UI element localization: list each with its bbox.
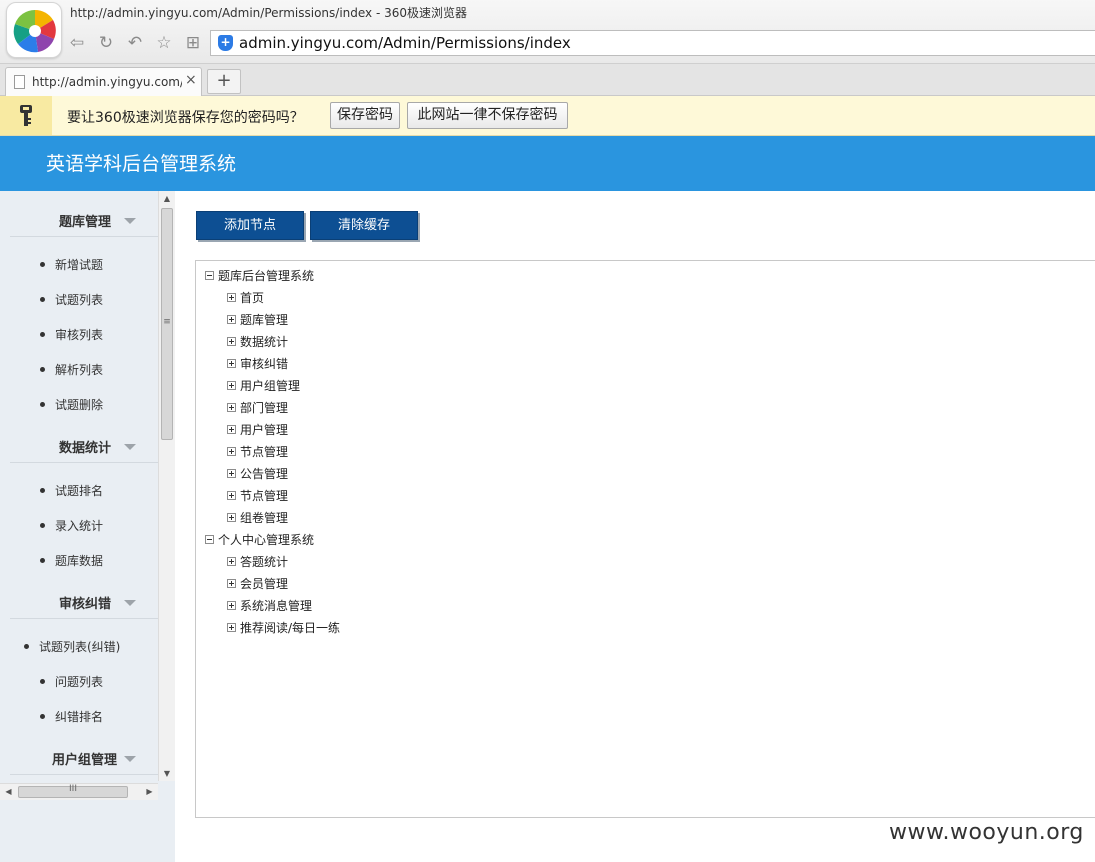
chevron-down-icon (124, 218, 136, 224)
expand-icon[interactable] (227, 403, 236, 412)
tree-node-label: 推荐阅读/每日一练 (240, 621, 341, 635)
chevron-down-icon (124, 600, 136, 606)
tree-node-label: 审核纠错 (240, 357, 289, 371)
sidebar-section-statistics[interactable]: 数据统计 (10, 427, 158, 463)
sidebar-item[interactable]: 试题列表 (39, 291, 103, 308)
tree-node-label: 节点管理 (240, 445, 289, 459)
sidebar-vertical-scrollbar[interactable]: ▲ ≡ ▼ (158, 191, 175, 781)
tab-label: http://admin.yingyu.com/Admin/Permission… (32, 75, 182, 89)
tree-node-label: 系统消息管理 (240, 599, 313, 613)
tab-strip: http://admin.yingyu.com/Admin/Permission… (0, 64, 1095, 96)
tree-node-label: 会员管理 (240, 577, 289, 591)
sidebar-item[interactable]: 审核列表 (39, 326, 103, 343)
security-shield-icon: + (218, 35, 233, 51)
favorite-star-icon[interactable]: ☆ (153, 32, 175, 54)
scroll-thumb[interactable]: III (18, 784, 128, 798)
tree-node-label: 题库后台管理系统 (218, 269, 315, 283)
section-title: 数据统计 (59, 441, 112, 456)
sidebar: 题库管理 新增试题 试题列表 审核列表 解析列表 试题删除 数据统计 试题排名 … (0, 191, 175, 862)
tree-node-label: 公告管理 (240, 467, 289, 481)
expand-icon[interactable] (227, 381, 236, 390)
tree-node-label: 题库管理 (240, 313, 289, 327)
tree-node-label: 个人中心管理系统 (218, 533, 315, 547)
sidebar-item[interactable]: 纠错排名 (39, 708, 103, 725)
expand-icon[interactable] (227, 425, 236, 434)
app-header: 英语学科后台管理系统 (0, 136, 1095, 191)
tree-node-label: 节点管理 (240, 489, 289, 503)
tree-node-label: 用户管理 (240, 423, 289, 437)
section-title: 用户组管理 (52, 753, 118, 768)
app-title: 英语学科后台管理系统 (46, 153, 237, 175)
expand-icon[interactable] (227, 579, 236, 588)
expand-icon[interactable] (227, 293, 236, 302)
main-content: 添加节点 清除缓存 题库后台管理系统 首页 题库管理 数据统计 审核纠错 用户组… (175, 191, 1095, 862)
sidebar-item[interactable]: 解析列表 (39, 361, 103, 378)
new-tab-button[interactable]: + (207, 69, 241, 94)
chevron-down-icon (124, 444, 136, 450)
sidebar-item[interactable]: 新增试题 (39, 256, 103, 273)
browser-titlebar: http://admin.yingyu.com/Admin/Permission… (0, 0, 1095, 64)
expand-icon[interactable] (227, 557, 236, 566)
permission-tree: 题库后台管理系统 首页 题库管理 数据统计 审核纠错 用户组管理 部门管理 用户… (195, 260, 1095, 818)
expand-icon[interactable] (227, 469, 236, 478)
tab-active[interactable]: http://admin.yingyu.com/Admin/Permission… (5, 67, 202, 96)
clear-cache-button[interactable]: 清除缓存 (310, 211, 418, 240)
tree-node-label: 答题统计 (240, 555, 289, 569)
back-icon[interactable]: ⇦ (66, 32, 88, 54)
expand-icon[interactable] (227, 601, 236, 610)
page-icon (14, 75, 25, 89)
sidebar-section-question-bank[interactable]: 题库管理 (10, 201, 158, 237)
apps-grid-icon[interactable]: ⊞ (182, 32, 204, 54)
watermark-text: www.wooyun.org (889, 820, 1084, 845)
chevron-down-icon (124, 756, 136, 762)
browser-logo-icon (6, 2, 62, 58)
tab-close-icon[interactable]: × (185, 72, 197, 88)
sidebar-item[interactable]: 录入统计 (39, 517, 103, 534)
expand-icon[interactable] (227, 491, 236, 500)
collapse-icon[interactable] (205, 535, 214, 544)
sidebar-menu: 题库管理 新增试题 试题列表 审核列表 解析列表 试题删除 数据统计 试题排名 … (0, 191, 158, 781)
window-title: http://admin.yingyu.com/Admin/Permission… (70, 6, 468, 20)
tree-node-label: 组卷管理 (240, 511, 289, 525)
sidebar-section-review[interactable]: 审核纠错 (10, 583, 158, 619)
refresh-icon[interactable]: ↻ (95, 32, 117, 54)
expand-icon[interactable] (227, 513, 236, 522)
sidebar-item[interactable]: 试题排名 (39, 482, 103, 499)
tree-node-label: 首页 (240, 291, 265, 305)
tree-node-label: 数据统计 (240, 335, 289, 349)
collapse-icon[interactable] (205, 271, 214, 280)
expand-icon[interactable] (227, 447, 236, 456)
scroll-left-arrow-icon[interactable]: ◀ (1, 784, 16, 800)
sidebar-item[interactable]: 题库数据 (39, 552, 103, 569)
tree-node-label: 部门管理 (240, 401, 289, 415)
add-node-button[interactable]: 添加节点 (196, 211, 304, 240)
undo-close-icon[interactable]: ↶ (124, 32, 146, 54)
sidebar-item[interactable]: 试题删除 (39, 396, 103, 413)
sidebar-item[interactable]: 问题列表 (39, 673, 103, 690)
scroll-down-arrow-icon[interactable]: ▼ (159, 766, 175, 781)
address-bar[interactable]: + admin.yingyu.com/Admin/Permissions/ind… (210, 30, 1095, 56)
section-title: 题库管理 (59, 215, 112, 230)
sidebar-item[interactable]: 试题列表(纠错) (23, 638, 120, 655)
password-save-bar: 要让360极速浏览器保存您的密码吗？ 保存密码 此网站一律不保存密码 (0, 96, 1095, 136)
scroll-up-arrow-icon[interactable]: ▲ (159, 191, 175, 206)
scroll-thumb[interactable]: ≡ (161, 208, 173, 440)
sidebar-section-user-groups[interactable]: 用户组管理 (10, 739, 158, 775)
save-password-button[interactable]: 保存密码 (330, 102, 400, 129)
grip-icon: ≡ (163, 317, 171, 327)
expand-icon[interactable] (227, 337, 236, 346)
never-save-password-button[interactable]: 此网站一律不保存密码 (407, 102, 568, 129)
scroll-right-arrow-icon[interactable]: ▶ (142, 784, 157, 800)
tree-node-label: 用户组管理 (240, 379, 301, 393)
key-icon (0, 96, 52, 135)
sidebar-horizontal-scrollbar[interactable]: ◀ III ▶ (0, 783, 158, 800)
address-text[interactable]: admin.yingyu.com/Admin/Permissions/index (239, 34, 571, 52)
password-prompt: 要让360极速浏览器保存您的密码吗？ (67, 110, 304, 126)
section-title: 审核纠错 (59, 597, 112, 612)
expand-icon[interactable] (227, 359, 236, 368)
expand-icon[interactable] (227, 315, 236, 324)
grip-icon: III (69, 784, 77, 794)
expand-icon[interactable] (227, 623, 236, 632)
